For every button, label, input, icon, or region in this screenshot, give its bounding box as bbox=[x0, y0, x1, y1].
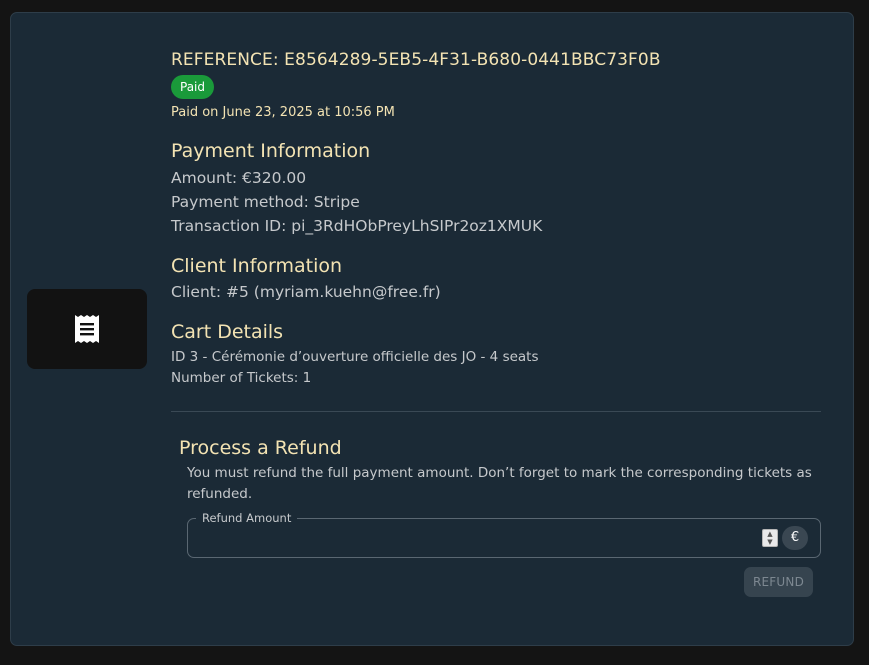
order-thumbnail bbox=[27, 289, 147, 369]
refund-heading: Process a Refund bbox=[179, 437, 342, 459]
order-reference: REFERENCE: E8564289-5EB5-4F31-B680-0441B… bbox=[171, 50, 661, 70]
status-badge: Paid bbox=[171, 75, 215, 99]
number-spinner-icon[interactable]: ▲ ▼ bbox=[762, 529, 778, 547]
spinner-down-icon[interactable]: ▼ bbox=[767, 538, 772, 546]
refund-amount-field[interactable]: Refund Amount ▲ ▼ € bbox=[187, 511, 821, 558]
section-divider bbox=[171, 411, 821, 412]
refund-description: You must refund the full payment amount.… bbox=[187, 465, 812, 502]
refund-button[interactable]: REFUND bbox=[744, 567, 813, 597]
cart-item: ID 3 - Cérémonie d’ouverture officielle … bbox=[171, 349, 539, 365]
payment-amount: Amount: €320.00 bbox=[171, 169, 307, 187]
order-detail-card: REFERENCE: E8564289-5EB5-4F31-B680-0441B… bbox=[10, 12, 854, 646]
payment-info-heading: Payment Information bbox=[171, 140, 371, 162]
client-info-heading: Client Information bbox=[171, 255, 343, 277]
payment-method: Payment method: Stripe bbox=[171, 193, 360, 211]
paid-date: Paid on June 23, 2025 at 10:56 PM bbox=[171, 105, 395, 120]
ticket-count: Number of Tickets: 1 bbox=[171, 370, 312, 386]
client-details: Client: #5 (myriam.kuehn@free.fr) bbox=[171, 283, 441, 301]
currency-symbol: € bbox=[782, 526, 808, 550]
transaction-id: Transaction ID: pi_3RdHObPreyLhSIPr2oz1X… bbox=[171, 217, 543, 235]
spinner-up-icon[interactable]: ▲ bbox=[767, 530, 772, 538]
receipt-icon bbox=[75, 315, 99, 343]
refund-amount-label: Refund Amount bbox=[196, 511, 298, 525]
cart-details-heading: Cart Details bbox=[171, 321, 284, 343]
